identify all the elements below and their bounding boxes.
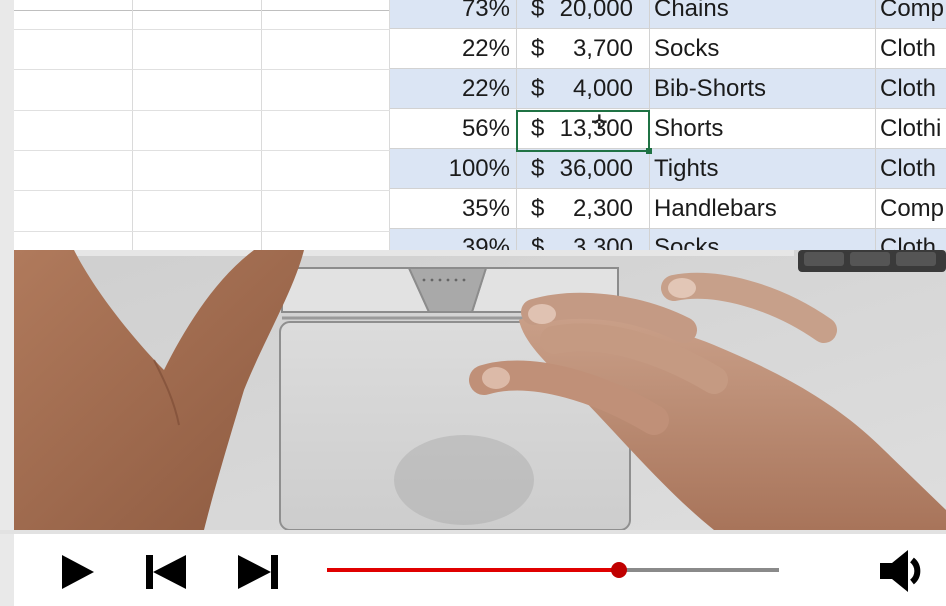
table-row: 56% $13,300 Shorts Clothi [390,109,946,149]
cell-category[interactable]: Cloth [876,149,946,189]
cell-percent[interactable]: 39% [390,229,517,250]
left-edge-shade [0,0,14,606]
cell-category[interactable]: Clothi [876,109,946,149]
cell-category[interactable]: Comp [876,0,946,29]
skip-next-icon [238,555,278,589]
progress-handle[interactable] [610,562,627,578]
cell-amount[interactable]: $2,300 [517,189,650,229]
cell-amount[interactable]: $3,700 [517,29,650,69]
grid-line [14,231,390,232]
progress-bar[interactable] [327,562,779,578]
volume-button[interactable] [880,550,932,597]
cell-product[interactable]: Socks [650,229,876,250]
cell-cursor-icon: ✛ [591,112,608,134]
cell-amount[interactable]: $36,000 [517,149,650,189]
table-row: 73% $20,000 Chains Comp [390,0,946,29]
currency-symbol: $ [531,115,545,142]
grid-line [14,110,390,111]
volume-icon [880,550,921,592]
grid-line [14,190,390,191]
table-row: 39% $3,300 Socks Cloth [390,229,946,250]
cell-amount[interactable]: $13,300 [517,109,650,149]
previous-button[interactable] [146,555,186,594]
cell-category[interactable]: Cloth [876,29,946,69]
table-row: 35% $2,300 Handlebars Comp [390,189,946,229]
cell-percent[interactable]: 73% [390,0,517,29]
cell-product[interactable]: Chains [650,0,876,29]
trackpad-scene-image [14,250,946,530]
cell-category[interactable]: Cloth [876,229,946,250]
currency-symbol: $ [531,234,545,250]
table-row: 22% $4,000 Bib-Shorts Cloth [390,69,946,109]
table-row: 100% $36,000 Tights Cloth [390,149,946,189]
grid-line [132,0,133,250]
skip-previous-icon [146,555,186,589]
grid-line [14,29,390,30]
cell-amount[interactable]: $4,000 [517,69,650,109]
cell-percent[interactable]: 100% [390,149,517,189]
cell-product[interactable]: Shorts [650,109,876,149]
amount-value: 3,300 [572,234,633,250]
cell-percent[interactable]: 35% [390,189,517,229]
amount-value: 36,000 [559,155,633,182]
amount-value: 3,700 [572,35,633,62]
grid-line [14,69,390,70]
data-table: 73% $20,000 Chains Comp 22% $3,700 Socks… [390,0,946,250]
cell-percent[interactable]: 22% [390,69,517,109]
table-row: 22% $3,700 Socks Cloth [390,29,946,69]
empty-columns [14,0,390,250]
spreadsheet-view: 73% $20,000 Chains Comp 22% $3,700 Socks… [14,0,946,250]
cell-product[interactable]: Tights [650,149,876,189]
cell-product[interactable]: Socks [650,29,876,69]
grid-line [261,0,262,250]
amount-value: 4,000 [572,75,633,102]
cell-category[interactable]: Cloth [876,69,946,109]
cell-percent[interactable]: 22% [390,29,517,69]
progress-played [327,568,619,572]
amount-value: 2,300 [572,195,633,222]
next-button[interactable] [238,555,278,594]
cell-product[interactable]: Bib-Shorts [650,69,876,109]
cell-percent[interactable]: 56% [390,109,517,149]
cell-product[interactable]: Handlebars [650,189,876,229]
play-icon [62,555,94,589]
currency-symbol: $ [531,75,545,102]
play-button[interactable] [62,555,94,594]
amount-value: 20,000 [559,0,633,22]
currency-symbol: $ [531,35,545,62]
cell-category[interactable]: Comp [876,189,946,229]
video-frame[interactable] [14,250,946,530]
currency-symbol: $ [531,0,545,22]
currency-symbol: $ [531,155,545,182]
grid-line [14,150,390,151]
cell-amount[interactable]: $3,300 [517,229,650,250]
cell-amount[interactable]: $20,000 [517,0,650,29]
currency-symbol: $ [531,195,545,222]
